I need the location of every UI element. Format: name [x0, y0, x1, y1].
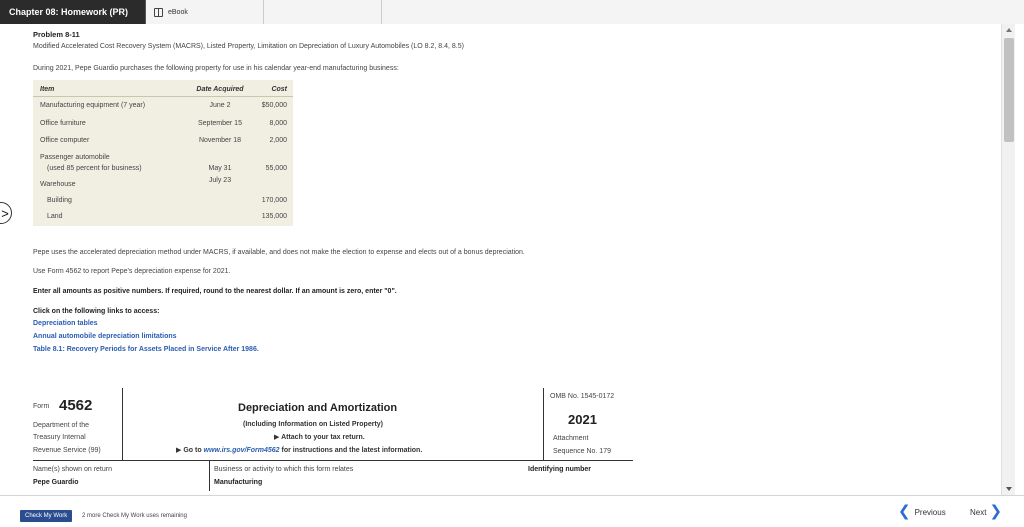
- form-instructions-note: ▶ Go to www.irs.gov/Form4562 for instruc…: [176, 446, 422, 454]
- blank-tab: [264, 0, 382, 24]
- problem-subtitle: Modified Accelerated Cost Recovery Syste…: [33, 43, 464, 50]
- row-item: Passenger automobile: [40, 154, 110, 161]
- form-divider: [543, 388, 544, 460]
- chevron-right-icon: ❯: [989, 503, 1003, 520]
- taxpayer-name: Pepe Guardio: [33, 479, 79, 486]
- vertical-scrollbar[interactable]: [1001, 24, 1015, 495]
- row-item: Office furniture: [40, 120, 86, 127]
- omb-box: OMB No. 1545-0172 2021 Attachment Sequen…: [546, 388, 633, 460]
- row-cost: 135,000: [261, 213, 287, 220]
- row-item: Manufacturing equipment (7 year): [40, 102, 146, 109]
- form-number: 4562: [59, 397, 93, 414]
- bottom-bar: Check My Work 2 more Check My Work uses …: [0, 495, 1024, 527]
- book-icon: [154, 7, 163, 17]
- row-item: Land: [47, 213, 63, 220]
- scroll-up-icon[interactable]: [1006, 28, 1012, 32]
- form-divider: [33, 460, 633, 461]
- business-label: Business or activity to which this form …: [214, 466, 354, 473]
- next-label: Next: [970, 507, 987, 517]
- row-date: June 2: [209, 102, 231, 109]
- link-recovery-periods[interactable]: Table 8.1: Recovery Periods for Assets P…: [33, 346, 259, 353]
- row-cost: 8,000: [269, 120, 287, 127]
- row-cost: 2,000: [269, 137, 287, 144]
- table-header: Item Date Acquired Cost: [33, 83, 293, 97]
- property-table: Item Date Acquired Cost Manufacturing eq…: [33, 80, 293, 226]
- chevron-right-icon: >: [1, 205, 9, 221]
- chevron-left-icon: ❮: [898, 503, 911, 520]
- form-subtitle: (Including Information on Listed Propert…: [243, 421, 383, 428]
- previous-label: Previous: [914, 507, 946, 517]
- header-item: Item: [40, 86, 55, 93]
- table-row: Building 170,000: [33, 197, 293, 209]
- ebook-tab[interactable]: eBook: [146, 0, 264, 24]
- next-button[interactable]: Next ❯: [970, 503, 1003, 520]
- previous-button[interactable]: ❮ Previous: [898, 503, 946, 520]
- row-date: September 15: [198, 120, 242, 127]
- row-item: Warehouse: [40, 181, 76, 188]
- scroll-thumb[interactable]: [1004, 38, 1014, 142]
- omb-number: OMB No. 1545-0172: [550, 393, 615, 400]
- irs-link[interactable]: www.irs.gov/Form4562: [204, 447, 280, 454]
- expand-panel-button[interactable]: >: [0, 202, 12, 224]
- table-row: Land 135,000: [33, 213, 293, 225]
- instructions-suffix: for instructions and the latest informat…: [279, 447, 423, 454]
- top-bar: Chapter 08: Homework (PR) eBook: [0, 0, 1024, 24]
- table-row: Manufacturing equipment (7 year) June 2 …: [33, 102, 293, 114]
- row-cost: 55,000: [265, 165, 287, 172]
- form-word: Form: [33, 403, 50, 410]
- names-label: Name(s) shown on return: [33, 466, 112, 473]
- row-date: July 23: [208, 177, 232, 184]
- table-row: (used 85 percent for business) May 31 55…: [33, 165, 293, 177]
- assignment-title: Chapter 08: Homework (PR): [0, 0, 146, 24]
- dept-line-2: Treasury Internal: [33, 434, 86, 441]
- check-my-work-button[interactable]: Check My Work: [20, 510, 73, 522]
- dept-line-3: Revenue Service (99): [33, 447, 101, 454]
- form-divider: [209, 461, 210, 491]
- form-4562-header: Form 4562 Department of the Treasury Int…: [33, 388, 633, 495]
- scroll-down-icon[interactable]: [1006, 487, 1012, 491]
- sequence-number: Sequence No. 179: [553, 448, 611, 455]
- form-title: Depreciation and Amortization: [238, 402, 398, 414]
- business-activity: Manufacturing: [214, 479, 263, 486]
- right-margin: [1015, 24, 1024, 495]
- ebook-tab-label: eBook: [168, 8, 188, 16]
- form-attach-note: ▶ Attach to your tax return.: [274, 434, 365, 441]
- remaining-uses: 2 more Check My Work uses remaining: [82, 513, 187, 519]
- row-cost: 170,000: [261, 197, 287, 204]
- problem-intro: During 2021, Pepe Guardio purchases the …: [33, 65, 399, 72]
- instruction-method: Pepe uses the accelerated depreciation m…: [33, 249, 525, 256]
- row-item: Office computer: [40, 137, 90, 144]
- header-date: Date Acquired: [196, 86, 244, 93]
- attachment-label: Attachment: [553, 435, 589, 442]
- problem-number: Problem 8-11: [33, 30, 80, 39]
- form-divider: [122, 388, 123, 460]
- table-row: Office computer November 18 2,000: [33, 137, 293, 149]
- table-row: Office furniture September 15 8,000: [33, 120, 293, 132]
- row-cost: $50,000: [261, 102, 287, 109]
- tax-year: 2021: [568, 412, 597, 427]
- instruction-form: Use Form 4562 to report Pepe's depreciat…: [33, 268, 231, 275]
- row-item: Building: [47, 197, 72, 204]
- table-row: Warehouse July 23: [33, 177, 293, 193]
- top-bar-fill: [382, 0, 1024, 24]
- instructions-prefix: ▶ Go to: [176, 447, 204, 454]
- header-cost: Cost: [271, 86, 287, 93]
- link-auto-limitations[interactable]: Annual automobile depreciation limitatio…: [33, 333, 177, 340]
- instruction-rounding: Enter all amounts as positive numbers. I…: [33, 288, 397, 295]
- row-date: May 31: [208, 165, 232, 172]
- link-depreciation-tables[interactable]: Depreciation tables: [33, 320, 98, 327]
- row-item: (used 85 percent for business): [47, 165, 142, 172]
- row-date: November 18: [198, 137, 242, 144]
- links-header: Click on the following links to access:: [33, 308, 160, 315]
- identifying-number-label: Identifying number: [528, 466, 591, 473]
- dept-line-1: Department of the: [33, 422, 90, 429]
